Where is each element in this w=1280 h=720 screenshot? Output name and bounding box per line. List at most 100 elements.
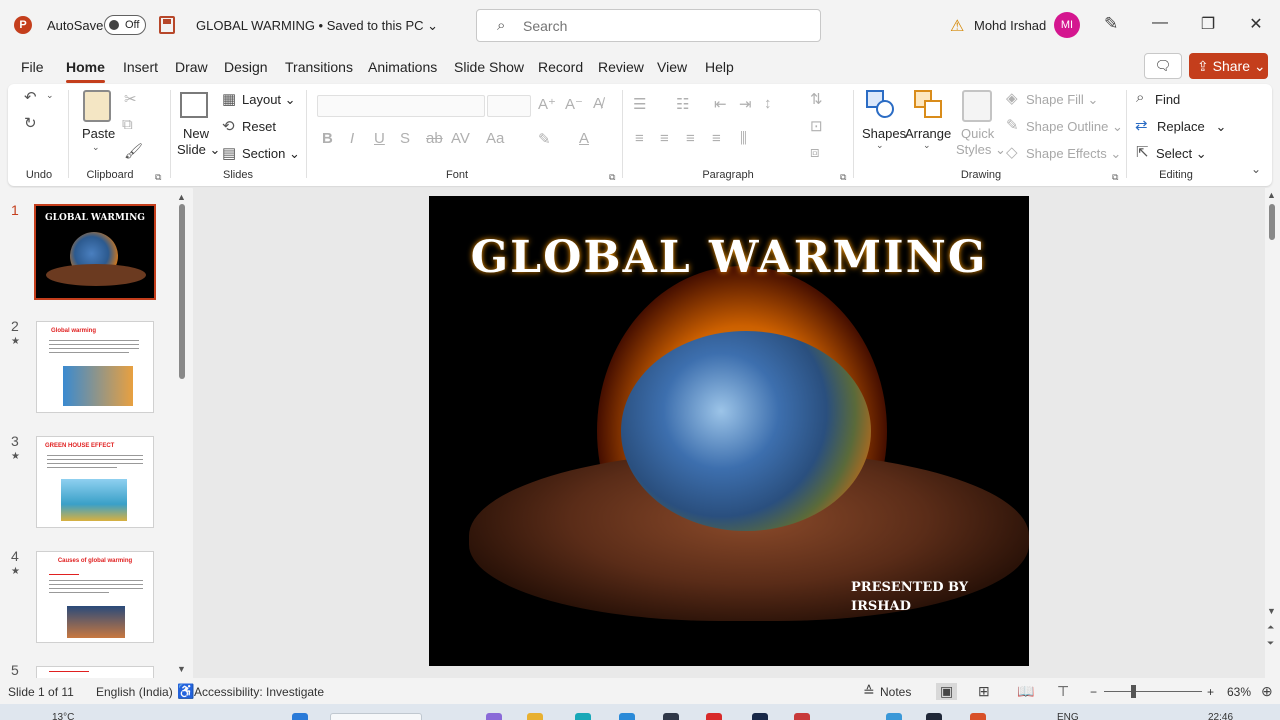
section-button[interactable]: Section ⌄ bbox=[242, 146, 300, 162]
tab-review[interactable]: Review bbox=[598, 59, 644, 75]
scrollbar-thumb[interactable] bbox=[1269, 204, 1275, 240]
align-right-icon[interactable]: ≡ bbox=[686, 130, 695, 147]
taskbar-app-icon[interactable] bbox=[926, 713, 942, 720]
smartart-icon[interactable]: ⧈ bbox=[810, 144, 820, 161]
highlight-icon[interactable]: ✎ bbox=[538, 130, 551, 148]
slide-show-icon[interactable]: ⊤ bbox=[1057, 683, 1069, 700]
columns-icon[interactable]: ⫼ bbox=[740, 130, 747, 147]
arrange-icon[interactable] bbox=[914, 90, 944, 120]
shape-fill-button[interactable]: Shape Fill ⌄ bbox=[1026, 92, 1098, 108]
text-direction-icon[interactable]: ⇅ bbox=[810, 90, 823, 108]
taskbar-app-icon[interactable] bbox=[794, 713, 810, 720]
scroll-down-icon[interactable]: ▼ bbox=[177, 664, 186, 674]
cut-icon[interactable]: ✂ bbox=[124, 90, 137, 108]
chevron-down-icon[interactable]: ⌄ bbox=[876, 140, 884, 151]
new-slide-button-line2[interactable]: Slide ⌄ bbox=[177, 142, 220, 158]
taskbar-app-icon[interactable] bbox=[619, 713, 635, 720]
chevron-down-icon[interactable]: ⌄ bbox=[923, 140, 931, 151]
search-input[interactable] bbox=[523, 16, 803, 36]
bullets-icon[interactable]: ☰ bbox=[633, 95, 646, 113]
file-explorer-icon[interactable] bbox=[527, 713, 543, 720]
taskbar-app-icon[interactable] bbox=[752, 713, 768, 720]
dialog-launcher-icon[interactable]: ⧉ bbox=[155, 172, 161, 183]
warning-icon[interactable]: ⚠ bbox=[950, 16, 964, 36]
language-indicator[interactable]: ENG bbox=[1057, 712, 1079, 720]
restore-icon[interactable]: ❐ bbox=[1198, 14, 1218, 34]
shapes-icon[interactable] bbox=[866, 90, 896, 120]
decrease-font-size-icon[interactable]: A⁻ bbox=[565, 95, 583, 113]
minimize-icon[interactable]: — bbox=[1150, 14, 1170, 32]
taskbar-app-icon[interactable] bbox=[486, 713, 502, 720]
font-size-dropdown[interactable] bbox=[487, 95, 531, 117]
dialog-launcher-icon[interactable]: ⧉ bbox=[609, 172, 615, 183]
tab-transitions[interactable]: Transitions bbox=[285, 59, 353, 75]
user-name[interactable]: Mohd Irshad bbox=[974, 18, 1046, 33]
character-spacing-icon[interactable]: AV bbox=[451, 130, 470, 147]
align-left-icon[interactable]: ≡ bbox=[635, 130, 644, 147]
select-button[interactable]: Select ⌄ bbox=[1156, 146, 1207, 162]
quick-styles-button-line2[interactable]: Styles ⌄ bbox=[956, 142, 1006, 158]
slide-thumbnail-3[interactable]: GREEN HOUSE EFFECT bbox=[36, 436, 154, 528]
save-icon[interactable] bbox=[159, 16, 175, 34]
search-box[interactable]: ⌕ bbox=[476, 9, 821, 42]
underline-icon[interactable]: U bbox=[374, 130, 385, 147]
shapes-button[interactable]: Shapes bbox=[862, 126, 906, 141]
tab-home[interactable]: Home bbox=[66, 59, 105, 83]
reset-button[interactable]: Reset bbox=[242, 119, 276, 134]
pen-icon[interactable]: ✎ bbox=[1104, 14, 1118, 34]
slide-thumbnail-1[interactable]: GLOBAL WARMING bbox=[34, 204, 156, 300]
avatar[interactable]: MI bbox=[1054, 12, 1080, 38]
format-painter-icon[interactable]: 🖌 bbox=[124, 142, 143, 160]
slide-sorter-icon[interactable]: ⊞ bbox=[978, 683, 990, 700]
previous-slide-icon[interactable]: ⏶ bbox=[1267, 622, 1274, 633]
redo-icon[interactable]: ↻ bbox=[24, 114, 37, 132]
clear-formatting-icon[interactable]: A̸ bbox=[593, 95, 603, 112]
slide-thumbnail-2[interactable]: Global warming bbox=[36, 321, 154, 413]
clipboard-icon[interactable] bbox=[83, 90, 111, 122]
zoom-slider-thumb[interactable] bbox=[1131, 685, 1136, 698]
slide-counter[interactable]: Slide 1 of 11 bbox=[8, 685, 74, 699]
presented-by-text[interactable]: PRESENTED BY IRSHAD bbox=[851, 578, 968, 616]
tab-view[interactable]: View bbox=[657, 59, 687, 75]
tab-insert[interactable]: Insert bbox=[123, 59, 158, 75]
scroll-up-icon[interactable]: ▲ bbox=[1267, 190, 1276, 200]
line-spacing-icon[interactable]: ↕ bbox=[764, 95, 772, 112]
scroll-down-icon[interactable]: ▼ bbox=[1267, 606, 1276, 616]
dialog-launcher-icon[interactable]: ⧉ bbox=[1112, 172, 1118, 183]
reading-view-icon[interactable]: 📖 bbox=[1017, 683, 1034, 700]
slide-thumbnail-5[interactable] bbox=[36, 666, 154, 678]
quick-styles-button[interactable]: Quick bbox=[961, 126, 994, 141]
scrollbar-thumb[interactable] bbox=[179, 204, 185, 379]
tab-animations[interactable]: Animations bbox=[368, 59, 437, 75]
taskbar-app-icon[interactable] bbox=[886, 713, 902, 720]
tab-file[interactable]: File bbox=[21, 59, 44, 75]
scroll-up-icon[interactable]: ▲ bbox=[177, 192, 186, 202]
slide-1[interactable]: GLOBAL WARMING PRESENTED BY IRSHAD bbox=[429, 196, 1029, 666]
font-name-dropdown[interactable] bbox=[317, 95, 485, 117]
shadow-icon[interactable]: S bbox=[400, 130, 410, 147]
clock[interactable]: 22:46 bbox=[1208, 712, 1233, 720]
tab-help[interactable]: Help bbox=[705, 59, 734, 75]
tab-record[interactable]: Record bbox=[538, 59, 583, 75]
copy-icon[interactable]: ⧉ bbox=[122, 116, 133, 133]
document-title[interactable]: GLOBAL WARMING • Saved to this PC ⌄ bbox=[196, 18, 438, 34]
tab-slide-show[interactable]: Slide Show bbox=[454, 59, 524, 75]
layout-button[interactable]: Layout ⌄ bbox=[242, 92, 296, 108]
justify-icon[interactable]: ≡ bbox=[712, 130, 721, 147]
bold-icon[interactable]: B bbox=[322, 130, 333, 147]
chevron-down-icon[interactable]: ⌄ bbox=[92, 142, 100, 153]
replace-button[interactable]: Replace ⌄ bbox=[1157, 119, 1226, 135]
shape-effects-button[interactable]: Shape Effects ⌄ bbox=[1026, 146, 1121, 162]
tab-draw[interactable]: Draw bbox=[175, 59, 208, 75]
weather-widget[interactable]: 13°C bbox=[52, 712, 74, 720]
zoom-in-icon[interactable]: + bbox=[1207, 685, 1214, 699]
notes-button[interactable]: Notes bbox=[880, 685, 911, 699]
collapse-ribbon-icon[interactable]: ⌄ bbox=[1251, 162, 1261, 176]
decrease-indent-icon[interactable]: ⇤ bbox=[714, 95, 727, 113]
new-slide-button[interactable]: New bbox=[183, 126, 209, 141]
close-icon[interactable]: ✕ bbox=[1246, 14, 1266, 34]
align-text-icon[interactable]: ⊡ bbox=[810, 117, 823, 135]
taskbar-app-icon[interactable] bbox=[663, 713, 679, 720]
numbering-icon[interactable]: ☷ bbox=[676, 95, 689, 113]
find-button[interactable]: Find bbox=[1155, 92, 1180, 107]
